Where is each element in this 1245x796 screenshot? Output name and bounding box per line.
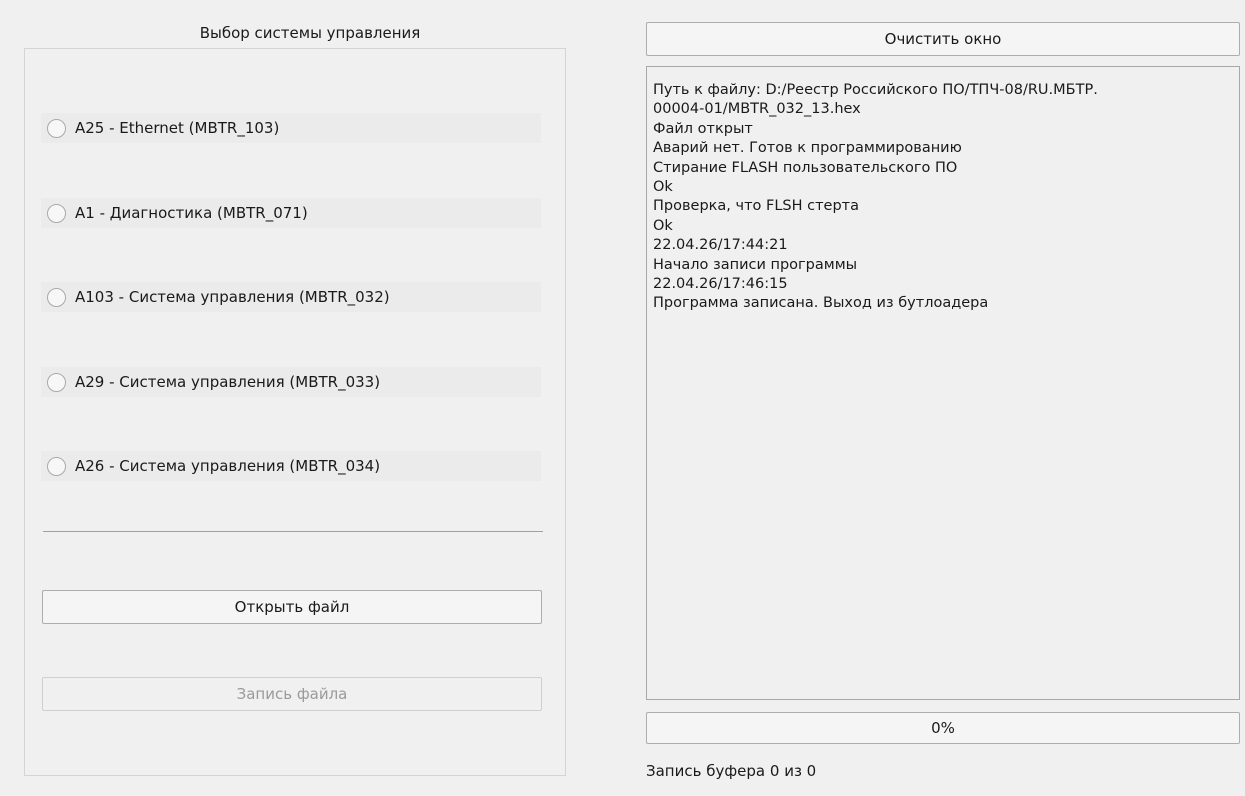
log-line: Аварий нет. Готов к программированию xyxy=(653,140,962,157)
log-line: Файл открыт xyxy=(653,120,753,137)
radio-option-a29[interactable]: A29 - Система управления (MBTR_033) xyxy=(41,367,541,397)
log-line: Ok xyxy=(653,179,673,196)
radio-label-a29: A29 - Система управления (MBTR_033) xyxy=(75,373,381,391)
log-output[interactable]: Путь к файлу: D:/Реестр Российского ПО/Т… xyxy=(646,66,1240,700)
radio-label-a26: A26 - Система управления (MBTR_034) xyxy=(75,457,381,475)
log-line: Проверка, что FLSH стерта xyxy=(653,198,860,215)
radio-option-a26[interactable]: A26 - Система управления (MBTR_034) xyxy=(41,451,541,481)
log-line: 22.04.26/17:46:15 xyxy=(653,276,788,293)
radio-label-a1: A1 - Диагностика (MBTR_071) xyxy=(75,204,308,222)
log-line: Ok xyxy=(653,217,673,234)
log-line: Начало записи программы xyxy=(653,256,858,273)
buffer-status: Запись буфера 0 из 0 xyxy=(646,762,817,780)
write-file-button: Запись файла xyxy=(42,677,542,711)
log-line: Стирание FLASH пользовательского ПО xyxy=(653,159,958,176)
radio-button-icon[interactable] xyxy=(47,372,66,392)
log-line: Программа записана. Выход из бутлоадера xyxy=(653,295,989,312)
control-system-title: Выбор системы управления xyxy=(199,24,421,42)
control-system-groupbox: A25 - Ethernet (MBTR_103) A1 - Диагности… xyxy=(24,48,566,776)
open-file-button[interactable]: Открыть файл xyxy=(42,590,542,624)
progress-text: 0% xyxy=(931,719,955,737)
radio-button-icon[interactable] xyxy=(47,118,66,138)
log-line: 22.04.26/17:44:21 xyxy=(653,237,788,254)
radio-button-icon[interactable] xyxy=(47,203,66,223)
radio-button-icon[interactable] xyxy=(47,456,66,476)
radio-label-a103: A103 - Система управления (MBTR_032) xyxy=(75,288,390,306)
radio-option-a103[interactable]: A103 - Система управления (MBTR_032) xyxy=(41,282,541,312)
radio-option-a1[interactable]: A1 - Диагностика (MBTR_071) xyxy=(41,198,541,228)
radio-label-a25: A25 - Ethernet (MBTR_103) xyxy=(75,119,280,137)
clear-window-button[interactable]: Очистить окно xyxy=(646,22,1240,56)
separator-line xyxy=(43,531,543,532)
progress-bar: 0% xyxy=(646,712,1240,744)
radio-option-a25[interactable]: A25 - Ethernet (MBTR_103) xyxy=(41,113,541,143)
log-line: Путь к файлу: D:/Реестр Российского ПО/Т… xyxy=(653,82,1098,98)
radio-button-icon[interactable] xyxy=(47,287,66,307)
log-line: 00004-01/MBTR_032_13.hex xyxy=(653,101,861,118)
